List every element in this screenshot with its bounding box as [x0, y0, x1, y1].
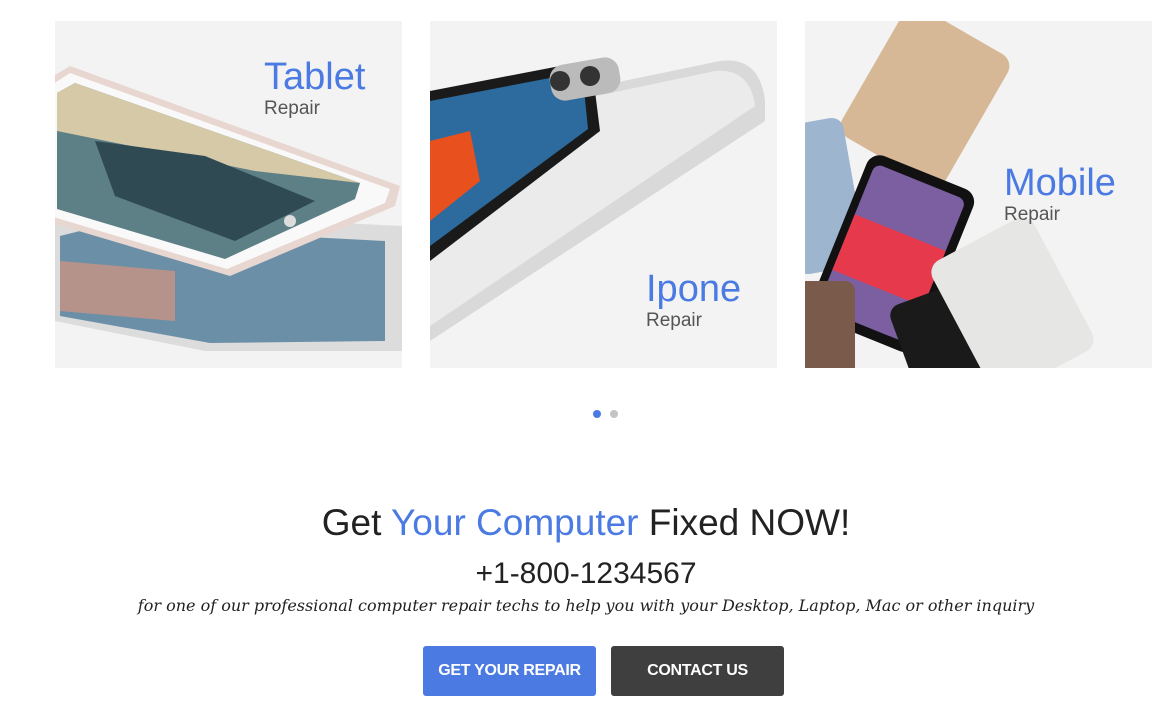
carousel-dot-2[interactable] — [610, 410, 618, 418]
phone-number: +1-800-1234567 — [475, 557, 697, 590]
contact-us-button[interactable]: CONTACT US — [611, 646, 784, 696]
carousel-pagination — [593, 410, 618, 418]
service-card-tablet[interactable]: Tablet Repair — [55, 21, 402, 368]
get-your-repair-button[interactable]: GET YOUR REPAIR — [423, 646, 596, 696]
carousel-dot-1[interactable] — [593, 410, 601, 418]
cta-section: Get Your Computer Fixed NOW! +1-800-1234… — [0, 500, 1172, 615]
cta-note: for one of our professional computer rep… — [137, 596, 1035, 615]
card-subtitle: Repair — [264, 98, 320, 119]
cta-heading-pre: Get — [321, 502, 391, 543]
service-card-iphone[interactable]: Ipone Repair — [430, 21, 777, 368]
card-subtitle: Repair — [1004, 204, 1060, 225]
iphone-image — [430, 57, 765, 341]
cta-heading-accent: Your Computer — [391, 502, 639, 543]
cta-heading: Get Your Computer Fixed NOW! — [0, 500, 1172, 546]
card-title: Mobile — [1004, 162, 1116, 204]
card-title: Ipone — [646, 268, 742, 310]
service-card-mobile[interactable]: Mobile Repair — [805, 21, 1152, 368]
card-title: Tablet — [264, 56, 366, 98]
cta-heading-post: Fixed NOW! — [638, 502, 851, 543]
card-subtitle: Repair — [646, 310, 702, 331]
